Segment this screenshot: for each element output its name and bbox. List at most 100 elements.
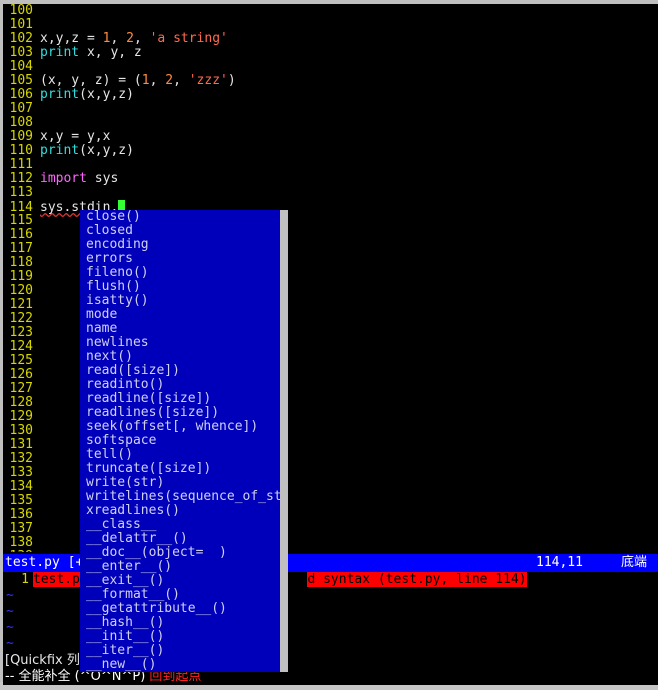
- code-line-107: 107: [3, 102, 658, 116]
- line-number: 112: [9, 171, 33, 186]
- completion-item[interactable]: closed: [80, 224, 288, 238]
- code-line-110: 110 print(x,y,z): [3, 144, 658, 158]
- line-number: 138: [9, 535, 33, 550]
- completion-item[interactable]: next(): [80, 350, 288, 364]
- completion-item[interactable]: writelines(sequence_of_strings): [80, 490, 288, 504]
- line-number: 103: [9, 45, 33, 60]
- completion-item[interactable]: xreadlines(): [80, 504, 288, 518]
- completion-item[interactable]: __class__: [80, 518, 288, 532]
- code-line-104: 104: [3, 60, 658, 74]
- line-number: 116: [9, 227, 33, 242]
- completion-item[interactable]: readlines([size]): [80, 406, 288, 420]
- completion-item[interactable]: __exit__(): [80, 574, 288, 588]
- code-token-sep: ,: [149, 73, 166, 88]
- code-token-tuple-close: ): [227, 73, 236, 88]
- completion-item[interactable]: readline([size]): [80, 392, 288, 406]
- vim-window: 100 101 102 x,y,z = 1, 2, 'a string' 103 p…: [0, 0, 658, 690]
- line-number: 113: [9, 185, 33, 200]
- code-token-tuple-open: (x, y, z) = (: [40, 73, 142, 88]
- line-number: 104: [9, 59, 33, 74]
- completion-item[interactable]: __new__(): [80, 658, 288, 672]
- completion-item[interactable]: flush(): [80, 280, 288, 294]
- line-number: 136: [9, 507, 33, 522]
- line-number: 123: [9, 325, 33, 340]
- completion-item[interactable]: read([size]): [80, 364, 288, 378]
- completion-item[interactable]: softspace: [80, 434, 288, 448]
- code-line-105: 105 (x, y, z) = (1, 2, 'zzz'): [3, 74, 658, 88]
- completion-item[interactable]: __enter__(): [80, 560, 288, 574]
- code-token-number: 1: [141, 73, 150, 88]
- quickfix-message: d syntax (test.py, line 114): [307, 572, 527, 587]
- popup-scrollbar[interactable]: [280, 210, 288, 672]
- omni-completion-popup[interactable]: close() closed encoding errors fileno() flush…: [80, 210, 288, 672]
- line-number: 126: [9, 367, 33, 382]
- code-token-swap: x,y = y,x: [40, 129, 111, 144]
- code-token-sep: ,: [133, 31, 150, 46]
- code-token-keyword: print: [40, 87, 80, 102]
- line-number: 110: [9, 143, 33, 158]
- completion-item[interactable]: fileno(): [80, 266, 288, 280]
- code-token-keyword: print: [40, 143, 80, 158]
- line-number: 124: [9, 339, 33, 354]
- line-number: 129: [9, 409, 33, 424]
- code-line-103: 103 print x, y, z: [3, 46, 658, 60]
- line-number: 100: [9, 4, 33, 18]
- line-number: 102: [9, 31, 33, 46]
- line-number: 117: [9, 241, 33, 256]
- completion-item[interactable]: errors: [80, 252, 288, 266]
- completion-item[interactable]: __format__(): [80, 588, 288, 602]
- line-number: 135: [9, 493, 33, 508]
- code-token-number: 2: [165, 73, 174, 88]
- code-line-102: 102 x,y,z = 1, 2, 'a string': [3, 32, 658, 46]
- code-line-109: 109 x,y = y,x: [3, 130, 658, 144]
- line-number: 130: [9, 423, 33, 438]
- completion-item[interactable]: __delattr__(): [80, 532, 288, 546]
- line-number: 109: [9, 129, 33, 144]
- completion-item[interactable]: seek(offset[, whence]): [80, 420, 288, 434]
- code-token-string: 'a string': [149, 31, 228, 46]
- line-number: 106: [9, 87, 33, 102]
- status-cursor-position: 114,11: [536, 555, 583, 570]
- code-token-args: x, y, z: [79, 45, 142, 60]
- completion-item[interactable]: readinto(): [80, 378, 288, 392]
- line-number: 118: [9, 255, 33, 270]
- completion-item[interactable]: truncate([size]): [80, 462, 288, 476]
- completion-item[interactable]: mode: [80, 308, 288, 322]
- line-number: 132: [9, 451, 33, 466]
- completion-item[interactable]: newlines: [80, 336, 288, 350]
- line-number: 128: [9, 395, 33, 410]
- line-number: 111: [9, 157, 33, 172]
- line-number: 105: [9, 73, 33, 88]
- line-number: 133: [9, 465, 33, 480]
- completion-item[interactable]: tell(): [80, 448, 288, 462]
- status-scroll-indicator: 底端: [621, 555, 648, 570]
- completion-item[interactable]: __init__(): [80, 630, 288, 644]
- code-line-100: 100: [3, 4, 658, 18]
- code-token-module: sys: [86, 171, 119, 186]
- line-number: 127: [9, 381, 33, 396]
- line-number: 131: [9, 437, 33, 452]
- line-number: 125: [9, 353, 33, 368]
- line-number: 120: [9, 283, 33, 298]
- line-number: 115: [9, 213, 33, 228]
- line-number: 107: [9, 101, 33, 116]
- completion-item[interactable]: close(): [80, 210, 288, 224]
- completion-item[interactable]: write(str): [80, 476, 288, 490]
- completion-item[interactable]: __hash__(): [80, 616, 288, 630]
- popup-scrollbar-thumb[interactable]: [280, 210, 288, 510]
- line-number: 119: [9, 269, 33, 284]
- completion-item[interactable]: __doc__(object= ): [80, 546, 288, 560]
- code-line-111: 111: [3, 158, 658, 172]
- code-token-args: (x,y,z): [79, 143, 134, 158]
- completion-item[interactable]: __iter__(): [80, 644, 288, 658]
- completion-item[interactable]: encoding: [80, 238, 288, 252]
- status-filename: test.py [+]: [5, 555, 92, 570]
- completion-item[interactable]: name: [80, 322, 288, 336]
- completion-item[interactable]: __getattribute__(): [80, 602, 288, 616]
- line-number: 121: [9, 297, 33, 312]
- code-token-keyword: import: [40, 171, 87, 186]
- completion-item[interactable]: isatty(): [80, 294, 288, 308]
- line-number: 108: [9, 115, 33, 130]
- line-number: 134: [9, 479, 33, 494]
- completion-item-list[interactable]: close() closed encoding errors fileno() flush…: [80, 210, 288, 672]
